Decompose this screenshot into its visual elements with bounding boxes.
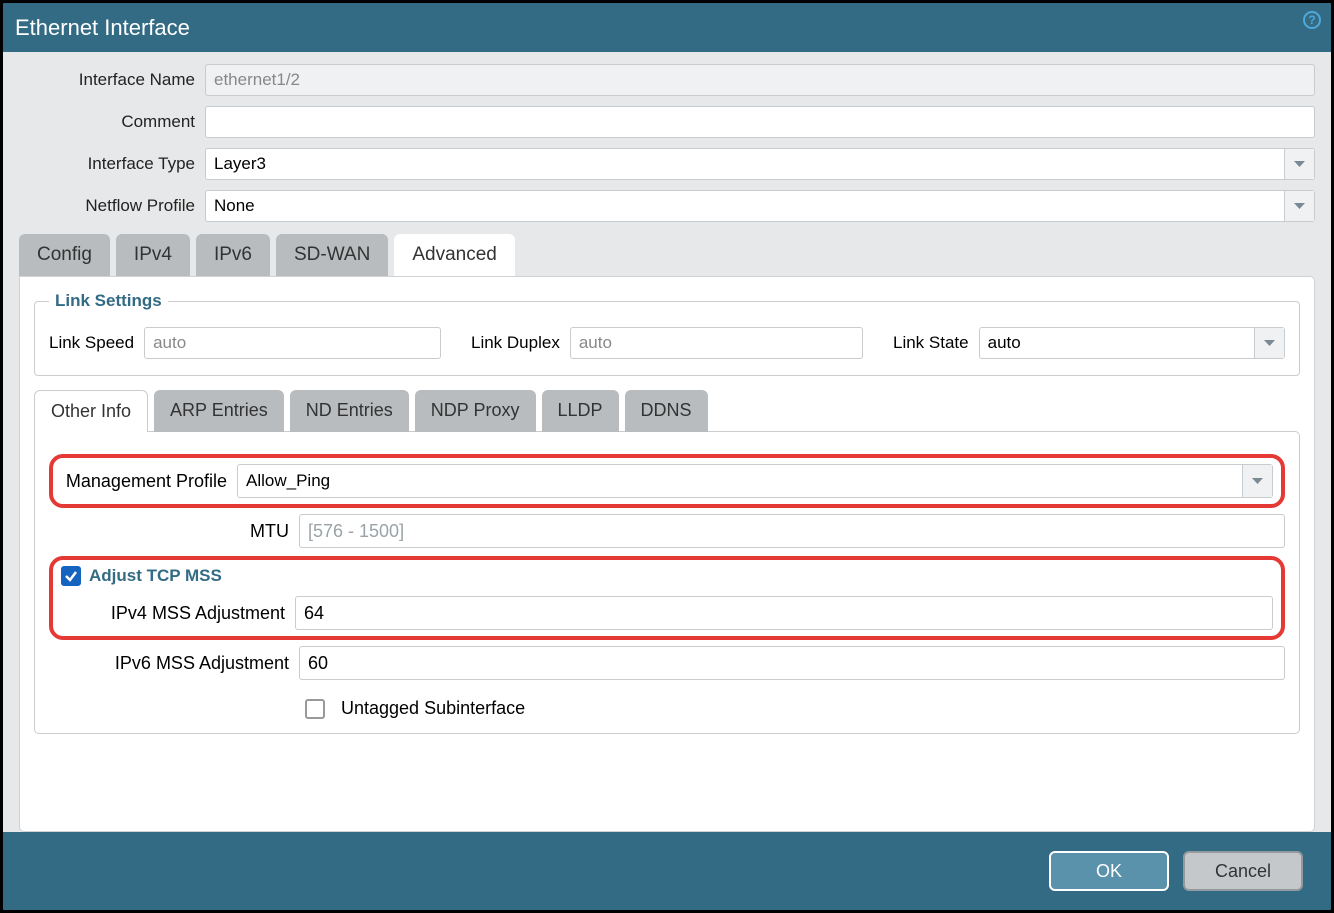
comment-field[interactable] <box>205 106 1315 138</box>
tab-sdwan[interactable]: SD-WAN <box>276 234 388 276</box>
link-duplex-label: Link Duplex <box>471 333 560 353</box>
subtab-other-info[interactable]: Other Info <box>34 390 148 432</box>
subtab-arp-entries[interactable]: ARP Entries <box>154 390 284 432</box>
main-tabs: Config IPv4 IPv6 SD-WAN Advanced <box>3 234 1331 276</box>
sub-tabs: Other Info ARP Entries ND Entries NDP Pr… <box>34 390 1300 432</box>
ipv6-mss-label: IPv6 MSS Adjustment <box>49 653 299 674</box>
dialog-title: Ethernet Interface <box>15 15 190 41</box>
interface-name-field <box>205 64 1315 96</box>
tab-ipv6[interactable]: IPv6 <box>196 234 270 276</box>
highlight-mgmt-profile: Management Profile Allow_Ping <box>49 454 1285 508</box>
dialog-footer: OK Cancel <box>3 832 1331 910</box>
ipv4-mss-label: IPv4 MSS Adjustment <box>61 603 295 624</box>
ethernet-interface-dialog: Ethernet Interface ? Interface Name Comm… <box>3 3 1331 910</box>
mgmt-profile-value: Allow_Ping <box>246 471 330 491</box>
interface-type-select[interactable]: Layer3 <box>205 148 1315 180</box>
interface-type-value: Layer3 <box>214 154 266 174</box>
comment-label: Comment <box>19 112 205 132</box>
tab-ipv4[interactable]: IPv4 <box>116 234 190 276</box>
other-info-panel: Management Profile Allow_Ping MTU <box>34 431 1300 734</box>
link-state-label: Link State <box>893 333 969 353</box>
mgmt-profile-select[interactable]: Allow_Ping <box>237 464 1273 498</box>
link-speed-field[interactable] <box>144 327 441 359</box>
advanced-tab-content: Link Settings Link Speed Link Duplex Lin… <box>19 276 1315 832</box>
mtu-label: MTU <box>49 521 299 542</box>
subtab-nd-entries[interactable]: ND Entries <box>290 390 409 432</box>
ipv4-mss-field[interactable] <box>295 596 1273 630</box>
link-state-value: auto <box>988 333 1021 353</box>
ipv6-mss-field[interactable] <box>299 646 1285 680</box>
chevron-down-icon <box>1242 465 1272 497</box>
interface-name-label: Interface Name <box>19 70 205 90</box>
netflow-profile-value: None <box>214 196 255 216</box>
chevron-down-icon <box>1284 191 1314 221</box>
dialog-titlebar: Ethernet Interface ? <box>3 3 1331 52</box>
link-settings-fieldset: Link Settings Link Speed Link Duplex Lin… <box>34 291 1300 376</box>
subtab-ndp-proxy[interactable]: NDP Proxy <box>415 390 536 432</box>
mgmt-profile-label: Management Profile <box>61 471 237 492</box>
subtab-lldp[interactable]: LLDP <box>542 390 619 432</box>
chevron-down-icon <box>1284 149 1314 179</box>
untagged-subinterface-label: Untagged Subinterface <box>341 698 525 719</box>
link-speed-label: Link Speed <box>49 333 134 353</box>
netflow-profile-select[interactable]: None <box>205 190 1315 222</box>
ok-button[interactable]: OK <box>1049 851 1169 891</box>
subtab-ddns[interactable]: DDNS <box>625 390 708 432</box>
link-state-select[interactable]: auto <box>979 327 1285 359</box>
netflow-profile-label: Netflow Profile <box>19 196 205 216</box>
interface-type-label: Interface Type <box>19 154 205 174</box>
help-icon[interactable]: ? <box>1303 11 1321 29</box>
highlight-adjust-mss: Adjust TCP MSS IPv4 MSS Adjustment <box>49 556 1285 640</box>
tab-config[interactable]: Config <box>19 234 110 276</box>
top-form: Interface Name Comment Interface Type La… <box>3 52 1331 234</box>
adjust-tcp-mss-checkbox[interactable] <box>61 566 81 586</box>
link-settings-legend: Link Settings <box>49 291 168 311</box>
untagged-subinterface-checkbox[interactable] <box>305 699 325 719</box>
adjust-tcp-mss-label: Adjust TCP MSS <box>89 566 222 586</box>
link-duplex-field[interactable] <box>570 327 863 359</box>
cancel-button[interactable]: Cancel <box>1183 851 1303 891</box>
mtu-field[interactable] <box>299 514 1285 548</box>
tab-advanced[interactable]: Advanced <box>394 234 515 276</box>
chevron-down-icon <box>1254 328 1284 358</box>
